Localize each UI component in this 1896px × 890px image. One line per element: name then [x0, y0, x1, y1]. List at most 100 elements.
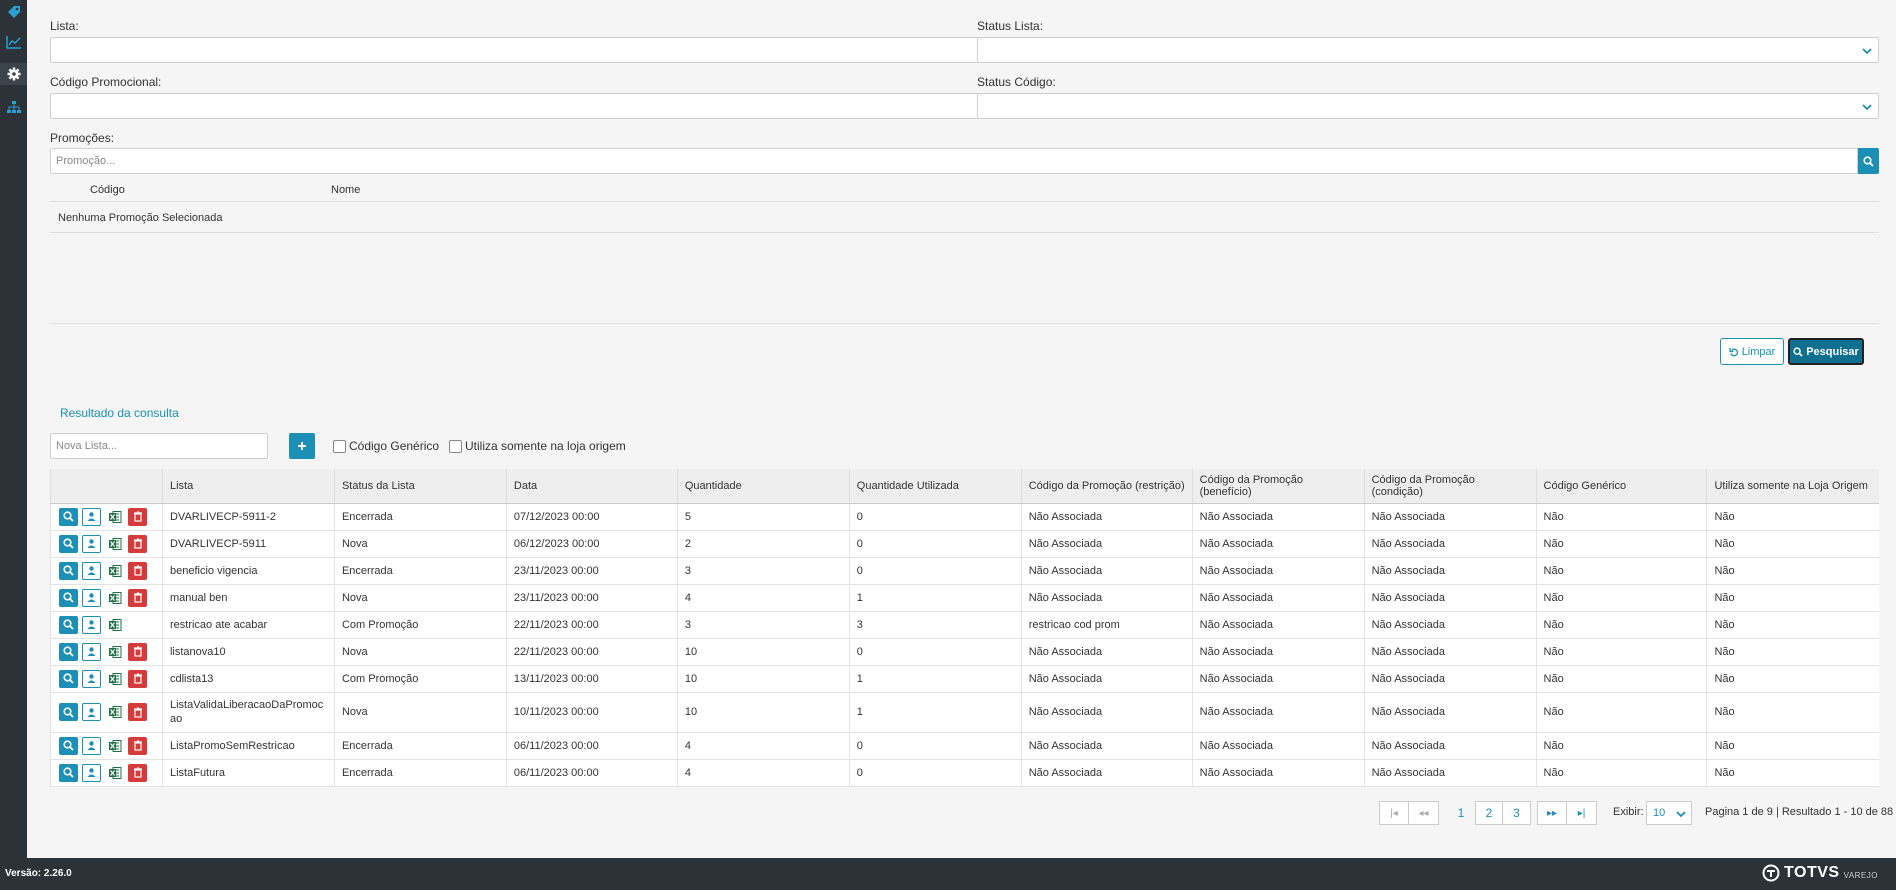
- view-button[interactable]: [59, 763, 78, 782]
- cell-lista: restricao ate acabar: [161, 611, 335, 639]
- excel-button[interactable]: [105, 534, 124, 553]
- excel-button[interactable]: [105, 669, 124, 688]
- first-page-button[interactable]: |◂: [1379, 801, 1409, 825]
- export-button[interactable]: [82, 669, 101, 688]
- col-header[interactable]: Código Genérico: [1535, 469, 1707, 504]
- view-button[interactable]: [59, 669, 78, 688]
- results-body: DVARLIVECP-5911-2 Encerrada 07/12/2023 00:…: [50, 503, 1879, 787]
- checkbox-box[interactable]: [333, 439, 346, 453]
- view-button[interactable]: [59, 507, 78, 526]
- excel-button[interactable]: [105, 507, 124, 526]
- export-button[interactable]: [82, 507, 101, 526]
- checkbox-box[interactable]: [449, 439, 462, 453]
- col-header[interactable]: Data: [505, 469, 678, 504]
- prev-page-button[interactable]: ◂◂: [1409, 801, 1439, 825]
- nova-lista-input[interactable]: [50, 433, 268, 459]
- pesquisar-button[interactable]: Pesquisar: [1788, 338, 1864, 365]
- gear-icon[interactable]: [0, 63, 27, 85]
- line-chart-icon[interactable]: [0, 31, 27, 53]
- status-lista-select[interactable]: [977, 37, 1879, 63]
- cell-quantidade-utilizada: 1: [848, 692, 1022, 733]
- col-actions: [50, 469, 163, 504]
- cell-promo-restricao: Não Associada: [1020, 732, 1193, 760]
- delete-button[interactable]: [128, 561, 147, 580]
- sitemap-icon[interactable]: [0, 96, 27, 118]
- view-button[interactable]: [59, 534, 78, 553]
- lista-input[interactable]: [50, 37, 980, 63]
- excel-button[interactable]: [105, 615, 124, 634]
- add-lista-button[interactable]: [289, 433, 315, 459]
- promocao-search-button[interactable]: [1858, 148, 1879, 174]
- cell-promo-beneficio: Não Associada: [1191, 557, 1365, 585]
- page-1-button[interactable]: 1: [1447, 801, 1475, 825]
- cell-status: Nova: [333, 638, 507, 666]
- col-header[interactable]: Status da Lista: [333, 469, 507, 504]
- row-actions: [50, 530, 163, 558]
- view-button[interactable]: [59, 703, 78, 721]
- export-button[interactable]: [82, 703, 101, 721]
- loja-origem-label: Utiliza somente na loja origem: [465, 439, 626, 453]
- col-header[interactable]: Lista: [161, 469, 335, 504]
- excel-button[interactable]: [105, 736, 124, 755]
- status-codigo-select[interactable]: [977, 93, 1879, 119]
- export-button[interactable]: [82, 561, 101, 580]
- cell-quantidade-utilizada: 0: [848, 503, 1022, 531]
- view-button[interactable]: [59, 561, 78, 580]
- codigo-generico-checkbox[interactable]: Código Genérico: [333, 439, 439, 453]
- export-button[interactable]: [82, 736, 101, 755]
- view-button[interactable]: [59, 615, 78, 634]
- view-button[interactable]: [59, 588, 78, 607]
- promocao-search-input[interactable]: [50, 148, 1858, 174]
- search-icon: [1863, 155, 1874, 167]
- loja-origem-checkbox[interactable]: Utiliza somente na loja origem: [449, 439, 626, 453]
- cell-loja-origem: Não: [1706, 692, 1879, 733]
- col-header[interactable]: Código da Promoção (condição): [1363, 469, 1537, 504]
- trash-icon: [133, 565, 142, 576]
- delete-button[interactable]: [128, 703, 147, 721]
- view-button[interactable]: [59, 736, 78, 755]
- pesquisar-label: Pesquisar: [1806, 345, 1859, 358]
- export-button[interactable]: [82, 534, 101, 553]
- last-page-button[interactable]: ▸|: [1567, 801, 1597, 825]
- codigo-promocional-input[interactable]: [50, 93, 980, 119]
- cell-promo-condicao: Não Associada: [1363, 584, 1537, 612]
- delete-button[interactable]: [128, 534, 147, 553]
- excel-icon: [108, 510, 121, 523]
- col-header[interactable]: Quantidade Utilizada: [848, 469, 1022, 504]
- limpar-button[interactable]: Limpar: [1720, 338, 1784, 365]
- col-header[interactable]: Quantidade: [676, 469, 850, 504]
- page-3-button[interactable]: 3: [1503, 801, 1531, 825]
- excel-button[interactable]: [105, 642, 124, 661]
- table-row: restricao ate acabar Com Promoção 22/11/20…: [50, 611, 1879, 639]
- cell-promo-beneficio: Não Associada: [1191, 732, 1365, 760]
- excel-button[interactable]: [105, 763, 124, 782]
- col-header[interactable]: Código da Promoção (restrição): [1020, 469, 1193, 504]
- cell-promo-beneficio: Não Associada: [1191, 759, 1365, 787]
- col-header[interactable]: Utiliza somente na Loja Origem: [1706, 469, 1879, 504]
- excel-button[interactable]: [105, 561, 124, 580]
- row-actions: [50, 638, 163, 666]
- cell-data: 06/12/2023 00:00: [505, 530, 678, 558]
- excel-button[interactable]: [105, 703, 124, 721]
- exibir-select[interactable]: 10: [1646, 801, 1692, 825]
- delete-button[interactable]: [128, 763, 147, 782]
- export-button[interactable]: [82, 763, 101, 782]
- delete-button[interactable]: [128, 507, 147, 526]
- export-button[interactable]: [82, 615, 101, 634]
- cell-promo-restricao: Não Associada: [1020, 665, 1193, 693]
- tag-icon[interactable]: [0, 0, 27, 22]
- next-page-button[interactable]: ▸▸: [1537, 801, 1567, 825]
- delete-button[interactable]: [128, 736, 147, 755]
- brand-name: TOTVS: [1784, 864, 1840, 881]
- page-2-button[interactable]: 2: [1475, 801, 1503, 825]
- export-button[interactable]: [82, 642, 101, 661]
- delete-button[interactable]: [128, 669, 147, 688]
- col-header[interactable]: Código da Promoção (benefício): [1191, 469, 1365, 504]
- view-button[interactable]: [59, 642, 78, 661]
- delete-button[interactable]: [128, 642, 147, 661]
- cell-promo-condicao: Não Associada: [1363, 611, 1537, 639]
- export-button[interactable]: [82, 588, 101, 607]
- delete-button[interactable]: [128, 588, 147, 607]
- excel-button[interactable]: [105, 588, 124, 607]
- cell-quantidade: 4: [676, 732, 850, 760]
